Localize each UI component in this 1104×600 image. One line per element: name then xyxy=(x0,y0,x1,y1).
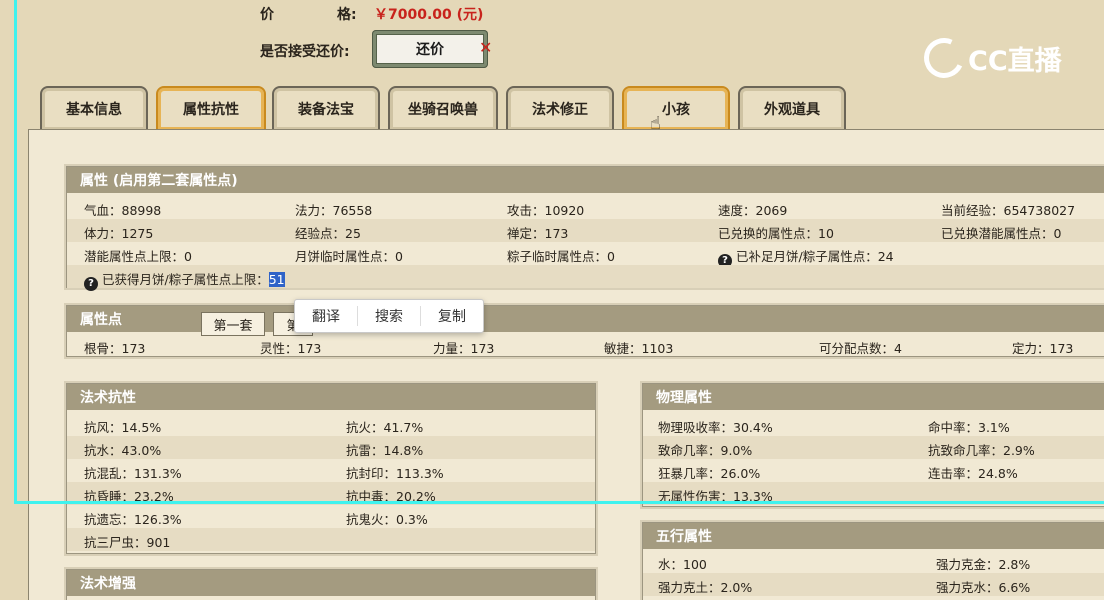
magic-boost-section: 法术增强 xyxy=(66,569,596,600)
magic-resist-section: 法术抗性 抗风：14.5% 抗火：41.7% 抗水：43.0% 抗雷：14.8%… xyxy=(66,383,596,554)
logo-text: CC直播 xyxy=(968,45,1062,77)
point-cell: 定力：173 xyxy=(1012,341,1074,356)
tab-equipment[interactable]: 装备法宝 xyxy=(272,86,380,130)
five-elements-section: 五行属性 水：100 强力克金：2.8% 强力克土：2.0% 强力克水：6.6% xyxy=(642,522,1104,600)
attr-cell: 粽子临时属性点：0 xyxy=(507,249,615,264)
subtab-set-one[interactable]: 第一套 xyxy=(201,312,265,336)
help-icon[interactable]: ? xyxy=(84,277,98,291)
resist-cell: 抗三尸虫：901 xyxy=(84,535,171,550)
attr-cell: 禅定：173 xyxy=(507,226,569,241)
magic-boost-title: 法术增强 xyxy=(67,570,595,596)
attributes-section: 属性 (启用第二套属性点) 气血：88998 法力：76558 攻击：10920… xyxy=(66,166,1104,291)
attr-cell: 当前经验：654738027 xyxy=(941,203,1076,218)
tab-mount-summon[interactable]: 坐骑召唤兽 xyxy=(388,86,498,130)
resist-cell: 抗雷：14.8% xyxy=(346,443,424,458)
table-row: 潜能属性点上限：0 月饼临时属性点：0 粽子临时属性点：0 ? 已补足月饼/粽子属… xyxy=(67,242,1104,268)
resist-cell: 抗混乱：131.3% xyxy=(84,466,182,481)
context-menu: 翻译 搜索 复制 xyxy=(294,299,484,333)
point-cell: 力量：173 xyxy=(433,341,495,356)
attr-cell: 月饼临时属性点：0 xyxy=(295,249,403,264)
table-row: 物理吸收率：30.4% 命中率：3.1% xyxy=(643,413,1104,436)
menu-item-translate[interactable]: 翻译 xyxy=(295,306,358,326)
element-cell: 水：100 xyxy=(658,557,707,572)
physical-cell: 抗致命几率：2.9% xyxy=(928,443,1035,458)
table-row: 根骨：173 灵性：173 力量：173 敏捷：1103 可分配点数：4 定力：… xyxy=(67,334,1104,357)
physical-cell: 命中率：3.1% xyxy=(928,420,1010,435)
resist-cell: 抗火：41.7% xyxy=(346,420,424,435)
ribbon-icon: ✕ xyxy=(479,38,493,57)
table-row: ? 已获得月饼/粽子属性点上限：51 xyxy=(67,265,1104,291)
element-cell: 强力克水：6.6% xyxy=(936,580,1031,595)
table-row: 强力克土：2.0% 强力克水：6.6% xyxy=(643,573,1104,596)
resist-cell: 抗中毒：20.2% xyxy=(346,489,436,504)
attr-cell: 法力：76558 xyxy=(295,203,373,218)
attr-cell: 速度：2069 xyxy=(718,203,788,218)
hand-cursor-icon: ☝ xyxy=(650,113,661,134)
attribute-points-section: 属性点 第一套 第 根骨：173 灵性：173 力量：173 敏捷：1103 可… xyxy=(66,305,1104,357)
attr-cell: 潜能属性点上限：0 xyxy=(84,249,192,264)
table-row: 抗三尸虫：901 xyxy=(67,528,595,551)
counter-offer-label: 是否接受还价: xyxy=(260,44,350,60)
physical-title: 物理属性 xyxy=(643,384,1104,410)
table-row: 致命几率：9.0% 抗致命几率：2.9% xyxy=(643,436,1104,459)
point-cell: 根骨：173 xyxy=(84,341,146,356)
price-value: ￥7000.00 (元) xyxy=(374,7,484,23)
resist-cell: 抗水：43.0% xyxy=(84,443,162,458)
table-row: 狂暴几率：26.0% 连击率：24.8% xyxy=(643,459,1104,482)
attr-cell: ? 已获得月饼/粽子属性点上限：51 xyxy=(84,269,285,291)
table-row: 抗遗忘：126.3% 抗鬼火：0.3% xyxy=(67,505,595,528)
table-row: 体力：1275 经验点：25 禅定：173 已兑换的属性点：10 已兑换潜能属性… xyxy=(67,219,1104,242)
attribute-points-title-text: 属性点 xyxy=(80,312,122,328)
price-label-suffix: 格: xyxy=(337,7,357,23)
table-row: 水：100 强力克金：2.8% xyxy=(643,550,1104,573)
attr-cell-text: 已补足月饼/粽子属性点：24 xyxy=(736,249,894,264)
physical-cell: 狂暴几率：26.0% xyxy=(658,466,761,481)
counter-offer-button-label: 还价 xyxy=(376,34,484,64)
magic-resist-title: 法术抗性 xyxy=(67,384,595,410)
physical-cell: 物理吸收率：30.4% xyxy=(658,420,773,435)
resist-cell: 抗风：14.5% xyxy=(84,420,162,435)
selected-text[interactable]: 51 xyxy=(268,272,285,287)
tab-basic-info[interactable]: 基本信息 xyxy=(40,86,148,130)
counter-offer-button[interactable]: 还价 xyxy=(372,30,488,68)
physical-cell: 连击率：24.8% xyxy=(928,466,1018,481)
resist-cell: 抗鬼火：0.3% xyxy=(346,512,428,527)
tab-appearance-items[interactable]: 外观道具 xyxy=(738,86,846,130)
resist-cell: 抗昏睡：23.2% xyxy=(84,489,174,504)
element-cell: 强力克金：2.8% xyxy=(936,557,1031,572)
table-row: 气血：88998 法力：76558 攻击：10920 速度：2069 当前经验：… xyxy=(67,196,1104,219)
menu-item-search[interactable]: 搜索 xyxy=(358,306,421,326)
cc-live-logo: CC直播 xyxy=(918,32,1062,84)
attributes-title: 属性 (启用第二套属性点) xyxy=(67,167,1104,193)
physical-section: 物理属性 物理吸收率：30.4% 命中率：3.1% 致命几率：9.0% 抗致命几… xyxy=(642,383,1104,507)
table-row: 抗水：43.0% 抗雷：14.8% xyxy=(67,436,595,459)
tab-spell-correction[interactable]: 法术修正 xyxy=(506,86,614,130)
five-elements-title: 五行属性 xyxy=(643,523,1104,549)
point-cell: 可分配点数：4 xyxy=(819,341,902,356)
table-row: 抗昏睡：23.2% 抗中毒：20.2% xyxy=(67,482,595,505)
attr-cell: 气血：88998 xyxy=(84,203,162,218)
table-row: 抗风：14.5% 抗火：41.7% xyxy=(67,413,595,436)
point-cell: 灵性：173 xyxy=(260,341,322,356)
attr-cell: 体力：1275 xyxy=(84,226,154,241)
resist-cell: 抗遗忘：126.3% xyxy=(84,512,182,527)
attr-cell: 已兑换的属性点：10 xyxy=(718,226,834,241)
attr-cell: 经验点：25 xyxy=(295,226,361,241)
physical-cell: 无属性伤害：13.3% xyxy=(658,489,773,504)
attr-cell: 攻击：10920 xyxy=(507,203,585,218)
table-row: 抗混乱：131.3% 抗封印：113.3% xyxy=(67,459,595,482)
physical-cell: 致命几率：9.0% xyxy=(658,443,753,458)
menu-item-copy[interactable]: 复制 xyxy=(421,306,483,326)
resist-cell: 抗封印：113.3% xyxy=(346,466,444,481)
price-label: 价 xyxy=(260,7,274,23)
cc-logo-icon xyxy=(918,32,970,84)
table-row: 无属性伤害：13.3% xyxy=(643,482,1104,505)
tab-attribute-resist[interactable]: 属性抗性 xyxy=(156,86,266,130)
tab-child[interactable]: 小孩 xyxy=(622,86,730,130)
attr-cell: 已兑换潜能属性点：0 xyxy=(941,226,1062,241)
attr-cell-text: 已获得月饼/粽子属性点上限： xyxy=(102,272,269,287)
point-cell: 敏捷：1103 xyxy=(604,341,674,356)
element-cell: 强力克土：2.0% xyxy=(658,580,753,595)
